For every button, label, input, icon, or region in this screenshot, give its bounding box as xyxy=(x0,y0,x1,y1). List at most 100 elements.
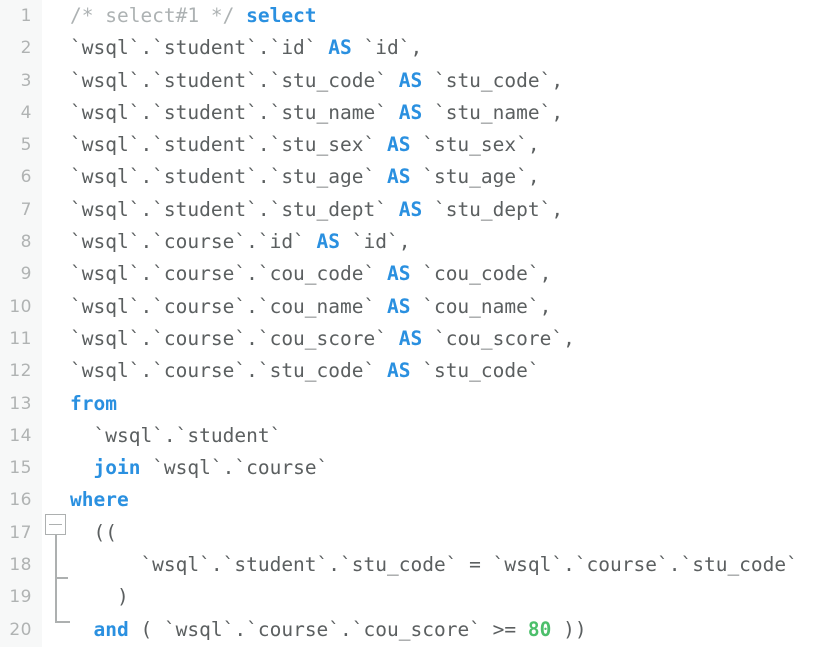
code-token: `wsql`.`course`.`cou_code` xyxy=(70,262,387,286)
code-line[interactable]: 13 from xyxy=(0,388,833,420)
code-token: `stu_sex`, xyxy=(410,133,540,157)
line-content[interactable]: `wsql`.`student`.`stu_age` AS `stu_age`, xyxy=(70,161,540,193)
line-content[interactable]: `wsql`.`course`.`stu_code` AS `stu_code` xyxy=(70,355,540,387)
line-content[interactable]: (( xyxy=(70,517,117,549)
code-token: `cou_name`, xyxy=(410,294,552,318)
code-token: `wsql`.`student`.`stu_age` xyxy=(70,165,387,189)
code-token: `wsql`.`student`.`stu_code` = `wsql`.`co… xyxy=(70,553,798,577)
sql-code-editor[interactable]: 1 /* select#1 */ select 2 `wsql`.`student`.… xyxy=(0,0,833,647)
code-token: join xyxy=(93,456,141,480)
line-number: 17 xyxy=(9,522,32,543)
line-content[interactable]: join `wsql`.`course` xyxy=(70,452,328,484)
code-line[interactable]: 2 `wsql`.`student`.`id` AS `id`, xyxy=(0,32,833,64)
code-token: `cou_score`, xyxy=(422,326,575,350)
code-token: `id`, xyxy=(340,230,411,254)
code-token: select xyxy=(246,4,317,27)
code-line[interactable]: 5 `wsql`.`student`.`stu_sex` AS `stu_sex`… xyxy=(0,129,833,161)
fold-tree-branch xyxy=(54,577,68,579)
code-token: `wsql`.`student`.`stu_dept` xyxy=(70,197,399,221)
code-token: `stu_code` xyxy=(410,359,540,383)
code-token: and xyxy=(93,617,129,641)
code-token: `wsql`.`course`.`cou_score` xyxy=(70,326,399,350)
code-token: AS xyxy=(386,165,411,189)
line-number: 7 xyxy=(20,199,32,220)
code-token: `wsql`.`student`.`stu_name` xyxy=(70,100,399,124)
code-line[interactable]: 16 where xyxy=(0,484,833,516)
code-token: `cou_code`, xyxy=(410,262,552,286)
code-token: AS xyxy=(398,68,423,92)
line-number: 18 xyxy=(9,555,32,576)
line-content[interactable]: `wsql`.`student`.`stu_sex` AS `stu_sex`, xyxy=(70,129,540,161)
code-token: /* select#1 */ xyxy=(70,4,247,27)
code-token: AS xyxy=(398,197,423,221)
code-token: AS xyxy=(316,230,341,254)
line-number: 12 xyxy=(9,361,32,382)
code-lines-container: 1 /* select#1 */ select 2 `wsql`.`student`.… xyxy=(0,0,833,646)
line-content[interactable]: and ( `wsql`.`course`.`cou_score` >= 80 … xyxy=(70,614,587,646)
code-token: AS xyxy=(328,36,352,60)
code-line[interactable]: 20 and ( `wsql`.`course`.`cou_score` >= … xyxy=(0,614,833,646)
line-content[interactable]: `wsql`.`student`.`stu_dept` AS `stu_dept… xyxy=(70,194,563,226)
code-token: `stu_code`, xyxy=(422,68,564,92)
line-content[interactable]: `wsql`.`student`.`stu_code` = `wsql`.`co… xyxy=(70,549,798,581)
code-token: AS xyxy=(386,294,411,318)
line-number: 15 xyxy=(9,458,32,479)
code-token: `wsql`.`student`.`id` xyxy=(70,36,329,60)
line-content[interactable]: ) xyxy=(70,581,129,613)
code-token: `wsql`.`course`.`stu_code` xyxy=(70,359,387,383)
line-number: 13 xyxy=(9,393,32,414)
code-token: `wsql`.`student`.`stu_sex` xyxy=(70,133,387,157)
code-line[interactable]: 10 `wsql`.`course`.`cou_name` AS `cou_nam… xyxy=(0,291,833,323)
line-content[interactable]: `wsql`.`student` xyxy=(70,420,281,452)
code-line[interactable]: 15 join `wsql`.`course` xyxy=(0,452,833,484)
code-token: `id`, xyxy=(351,36,423,60)
line-content[interactable]: /* select#1 */ select xyxy=(70,0,317,32)
code-token: from xyxy=(70,391,117,415)
line-content[interactable]: where xyxy=(70,484,129,516)
line-number: 5 xyxy=(20,135,32,156)
code-token: `stu_dept`, xyxy=(422,197,564,221)
code-line[interactable]: 19 ) xyxy=(0,581,833,613)
code-token: AS xyxy=(386,262,411,286)
code-line[interactable]: 11 `wsql`.`course`.`cou_score` AS `cou_sc… xyxy=(0,323,833,355)
line-content[interactable]: `wsql`.`course`.`cou_code` AS `cou_code`… xyxy=(70,258,551,290)
code-line[interactable]: 17 (( xyxy=(0,517,833,549)
fold-tree-stem xyxy=(54,535,57,623)
line-number: 4 xyxy=(20,102,32,123)
code-line[interactable]: 12 `wsql`.`course`.`stu_code` AS `stu_cod… xyxy=(0,355,833,387)
line-content[interactable]: `wsql`.`course`.`cou_name` AS `cou_name`… xyxy=(70,291,551,323)
line-content[interactable]: `wsql`.`student`.`stu_code` AS `stu_code… xyxy=(70,65,563,97)
line-content[interactable]: `wsql`.`student`.`id` AS `id`, xyxy=(70,32,422,64)
code-token: `stu_name`, xyxy=(422,100,564,124)
code-token: `wsql`.`student`.`stu_code` xyxy=(70,68,399,92)
code-token: )) xyxy=(551,617,587,641)
line-content[interactable]: `wsql`.`course`.`id` AS `id`, xyxy=(70,226,410,258)
code-token: `wsql`.`course`.`id` xyxy=(70,230,317,254)
line-content[interactable]: from xyxy=(70,388,117,420)
code-line[interactable]: 14 `wsql`.`student` xyxy=(0,420,833,452)
line-content[interactable]: `wsql`.`course`.`cou_score` AS `cou_scor… xyxy=(70,323,575,355)
line-number: 9 xyxy=(20,264,32,285)
code-line[interactable]: 9 `wsql`.`course`.`cou_code` AS `cou_code… xyxy=(0,258,833,290)
line-number: 20 xyxy=(9,619,32,640)
line-number: 2 xyxy=(20,38,32,59)
code-line[interactable]: 4 `wsql`.`student`.`stu_name` AS `stu_nam… xyxy=(0,97,833,129)
line-number: 8 xyxy=(20,232,32,253)
line-number: 14 xyxy=(9,425,32,446)
fold-collapse-icon[interactable] xyxy=(45,514,66,535)
line-content[interactable]: `wsql`.`student`.`stu_name` AS `stu_name… xyxy=(70,97,563,129)
code-line[interactable]: 8 `wsql`.`course`.`id` AS `id`, xyxy=(0,226,833,258)
code-line[interactable]: 18 `wsql`.`student`.`stu_code` = `wsql`.… xyxy=(0,549,833,581)
code-line[interactable]: 7 `wsql`.`student`.`stu_dept` AS `stu_dep… xyxy=(0,194,833,226)
code-line[interactable]: 1 /* select#1 */ select xyxy=(0,0,833,32)
code-line[interactable]: 6 `wsql`.`student`.`stu_age` AS `stu_age`… xyxy=(0,161,833,193)
line-number: 3 xyxy=(20,70,32,91)
code-token: AS xyxy=(398,326,423,350)
line-number: 1 xyxy=(20,6,32,26)
fold-tree-end xyxy=(54,621,70,623)
code-token: `wsql`.`course`.`cou_name` xyxy=(70,294,387,318)
line-number: 6 xyxy=(20,167,32,188)
code-line[interactable]: 3 `wsql`.`student`.`stu_code` AS `stu_cod… xyxy=(0,65,833,97)
code-token: `stu_age`, xyxy=(410,165,540,189)
